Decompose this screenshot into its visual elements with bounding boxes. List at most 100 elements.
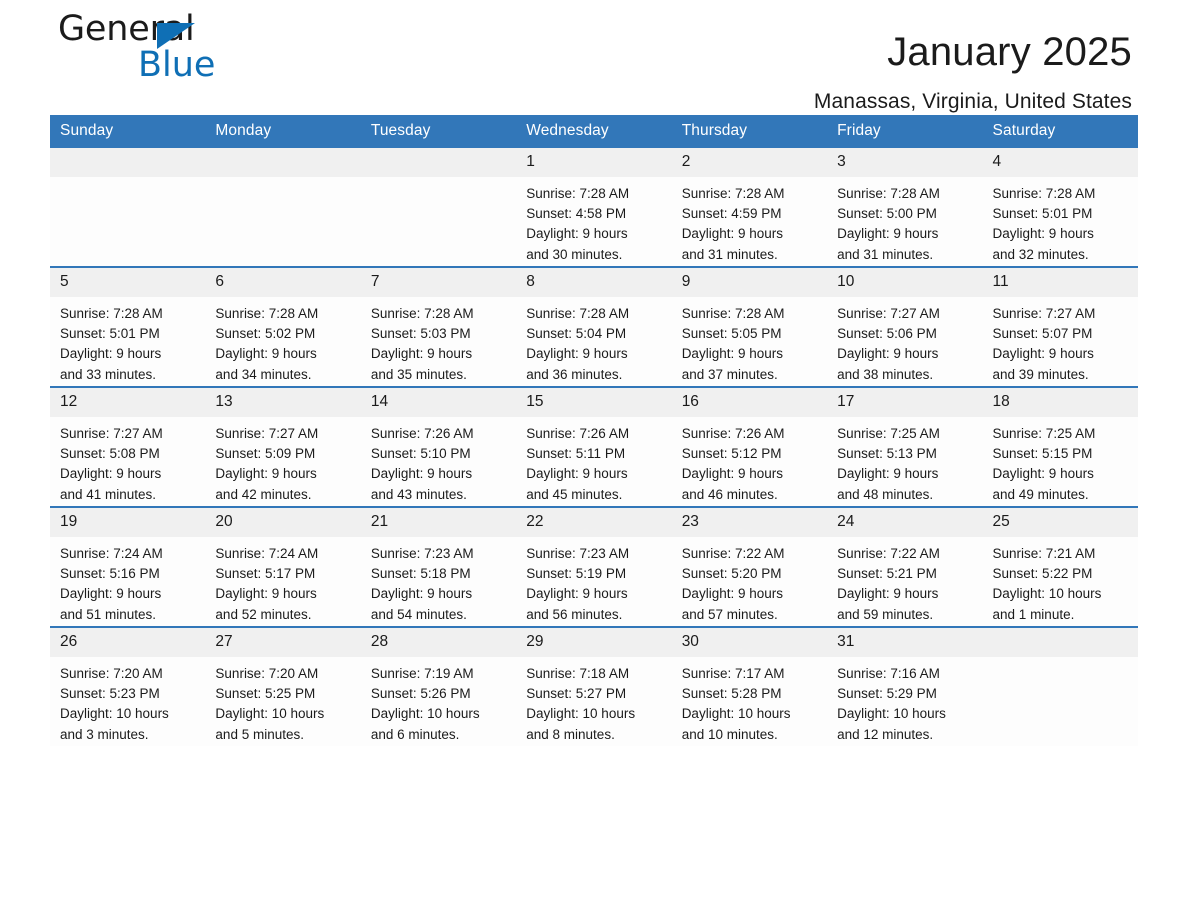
day-number <box>982 628 1138 657</box>
day-number: 8 <box>516 268 672 297</box>
daylight-text-line1: Daylight: 9 hours <box>992 346 1094 362</box>
day-cell[interactable]: 15 Sunrise: 7:26 AM Sunset: 5:11 PM Dayl… <box>516 386 672 507</box>
day-cell[interactable]: 25 Sunrise: 7:21 AM Sunset: 5:22 PM Dayl… <box>982 506 1138 627</box>
weekday-header-sunday: Sunday <box>50 115 206 148</box>
day-details: Sunrise: 7:28 AM Sunset: 5:01 PM Dayligh… <box>50 297 205 385</box>
day-cell[interactable]: 11 Sunrise: 7:27 AM Sunset: 5:07 PM Dayl… <box>982 266 1138 387</box>
weekday-header-friday: Friday <box>827 115 983 148</box>
day-cell[interactable]: 23 Sunrise: 7:22 AM Sunset: 5:20 PM Dayl… <box>671 506 828 627</box>
day-number: 15 <box>516 388 672 417</box>
day-number: 1 <box>516 148 672 177</box>
sunset-text: Sunset: 5:29 PM <box>837 686 937 702</box>
day-number: 9 <box>671 268 828 297</box>
day-number: 26 <box>50 628 206 657</box>
day-details: Sunrise: 7:21 AM Sunset: 5:22 PM Dayligh… <box>983 537 1138 625</box>
daylight-text-line1: Daylight: 9 hours <box>370 466 473 482</box>
day-cell[interactable]: 9 Sunrise: 7:28 AM Sunset: 5:05 PM Dayli… <box>671 266 828 387</box>
day-details: Sunrise: 7:22 AM Sunset: 5:21 PM Dayligh… <box>827 537 982 625</box>
day-details: Sunrise: 7:28 AM Sunset: 5:03 PM Dayligh… <box>361 297 516 385</box>
day-number: 27 <box>205 628 361 657</box>
day-cell[interactable]: 7 Sunrise: 7:28 AM Sunset: 5:03 PM Dayli… <box>360 266 517 387</box>
day-cell[interactable]: 1 Sunrise: 7:28 AM Sunset: 4:58 PM Dayli… <box>516 148 672 267</box>
day-number: 29 <box>516 628 672 657</box>
sunset-text: Sunset: 5:08 PM <box>60 446 160 462</box>
day-cell[interactable]: 10 Sunrise: 7:27 AM Sunset: 5:06 PM Dayl… <box>827 266 983 387</box>
sunset-text: Sunset: 4:58 PM <box>526 206 627 222</box>
day-cell[interactable]: 30 Sunrise: 7:17 AM Sunset: 5:28 PM Dayl… <box>671 626 828 746</box>
daylight-text-line2: and 36 minutes. <box>526 366 623 382</box>
day-cell[interactable]: 24 Sunrise: 7:22 AM Sunset: 5:21 PM Dayl… <box>827 506 983 627</box>
weekday-header-tuesday: Tuesday <box>360 115 517 148</box>
day-number <box>50 148 206 177</box>
daylight-text-line1: Daylight: 9 hours <box>370 346 473 362</box>
day-details: Sunrise: 7:27 AM Sunset: 5:07 PM Dayligh… <box>983 297 1138 385</box>
weekday-header-row: Sunday Monday Tuesday Wednesday Thursday… <box>50 115 1138 148</box>
day-cell[interactable]: 17 Sunrise: 7:25 AM Sunset: 5:13 PM Dayl… <box>827 386 983 507</box>
daylight-text-line1: Daylight: 10 hours <box>370 706 480 722</box>
day-cell[interactable]: 31 Sunrise: 7:16 AM Sunset: 5:29 PM Dayl… <box>827 626 983 746</box>
day-cell[interactable]: 22 Sunrise: 7:23 AM Sunset: 5:19 PM Dayl… <box>516 506 672 627</box>
day-cell[interactable]: 3 Sunrise: 7:28 AM Sunset: 5:00 PM Dayli… <box>827 148 983 267</box>
daylight-text-line1: Daylight: 9 hours <box>992 466 1094 482</box>
daylight-text-line1: Daylight: 9 hours <box>837 586 939 602</box>
daylight-text-line1: Daylight: 10 hours <box>681 706 791 722</box>
sunrise-text: Sunrise: 7:28 AM <box>681 306 785 321</box>
location-subtitle: Manassas, Virginia, United States <box>813 90 1132 113</box>
day-cell[interactable]: 18 Sunrise: 7:25 AM Sunset: 5:15 PM Dayl… <box>982 386 1138 507</box>
day-number: 20 <box>205 508 361 537</box>
day-details: Sunrise: 7:26 AM Sunset: 5:10 PM Dayligh… <box>361 417 516 505</box>
day-cell[interactable]: 16 Sunrise: 7:26 AM Sunset: 5:12 PM Dayl… <box>671 386 828 507</box>
daylight-text-line2: and 5 minutes. <box>215 726 304 742</box>
daylight-text-line1: Daylight: 9 hours <box>60 346 162 362</box>
daylight-text-line1: Daylight: 10 hours <box>215 706 325 722</box>
sunset-text: Sunset: 5:12 PM <box>681 446 782 462</box>
day-details: Sunrise: 7:28 AM Sunset: 5:00 PM Dayligh… <box>827 177 982 265</box>
daylight-text-line1: Daylight: 9 hours <box>370 586 473 602</box>
sunrise-text: Sunrise: 7:28 AM <box>215 306 319 321</box>
day-cell[interactable]: 14 Sunrise: 7:26 AM Sunset: 5:10 PM Dayl… <box>360 386 517 507</box>
daylight-text-line1: Daylight: 9 hours <box>215 466 317 482</box>
day-cell[interactable]: 21 Sunrise: 7:23 AM Sunset: 5:18 PM Dayl… <box>360 506 517 627</box>
day-cell[interactable]: 5 Sunrise: 7:28 AM Sunset: 5:01 PM Dayli… <box>50 266 206 387</box>
sunset-text: Sunset: 5:22 PM <box>992 566 1093 582</box>
day-cell[interactable]: 2 Sunrise: 7:28 AM Sunset: 4:59 PM Dayli… <box>671 148 828 267</box>
daylight-text-line1: Daylight: 9 hours <box>215 586 317 602</box>
sunset-text: Sunset: 5:23 PM <box>60 686 160 702</box>
sunrise-text: Sunrise: 7:28 AM <box>526 186 630 201</box>
daylight-text-line1: Daylight: 10 hours <box>60 706 169 722</box>
day-cell[interactable]: 27 Sunrise: 7:20 AM Sunset: 5:25 PM Dayl… <box>205 626 361 746</box>
sunrise-text: Sunrise: 7:23 AM <box>370 546 474 561</box>
day-cell[interactable]: 13 Sunrise: 7:27 AM Sunset: 5:09 PM Dayl… <box>205 386 361 507</box>
daylight-text-line2: and 1 minute. <box>992 606 1075 622</box>
calendar-table: Sunday Monday Tuesday Wednesday Thursday… <box>50 115 1138 746</box>
sunrise-text: Sunrise: 7:23 AM <box>526 546 630 561</box>
day-cell[interactable]: 12 Sunrise: 7:27 AM Sunset: 5:08 PM Dayl… <box>50 386 206 507</box>
day-details: Sunrise: 7:28 AM Sunset: 5:02 PM Dayligh… <box>205 297 360 385</box>
day-cell[interactable]: 8 Sunrise: 7:28 AM Sunset: 5:04 PM Dayli… <box>516 266 672 387</box>
title-block: January 2025 Manassas, Virginia, United … <box>814 0 1132 114</box>
day-details: Sunrise: 7:16 AM Sunset: 5:29 PM Dayligh… <box>827 657 982 745</box>
sunset-text: Sunset: 5:15 PM <box>992 446 1093 462</box>
day-cell[interactable]: 19 Sunrise: 7:24 AM Sunset: 5:16 PM Dayl… <box>50 506 206 627</box>
day-number: 13 <box>205 388 361 417</box>
daylight-text-line2: and 31 minutes. <box>681 246 778 262</box>
day-cell[interactable]: 6 Sunrise: 7:28 AM Sunset: 5:02 PM Dayli… <box>205 266 361 387</box>
day-number: 4 <box>982 148 1138 177</box>
day-cell[interactable]: 28 Sunrise: 7:19 AM Sunset: 5:26 PM Dayl… <box>360 626 517 746</box>
sunset-text: Sunset: 5:07 PM <box>992 326 1093 342</box>
general-blue-logo[interactable]: General Blue <box>58 12 318 96</box>
day-number: 2 <box>671 148 828 177</box>
daylight-text-line2: and 3 minutes. <box>60 726 149 742</box>
sunrise-text: Sunrise: 7:28 AM <box>837 186 940 201</box>
daylight-text-line1: Daylight: 9 hours <box>60 586 162 602</box>
sunset-text: Sunset: 5:16 PM <box>60 566 160 582</box>
calendar-week-row: 1 Sunrise: 7:28 AM Sunset: 4:58 PM Dayli… <box>50 148 1138 267</box>
sunrise-text: Sunrise: 7:28 AM <box>60 306 163 321</box>
day-cell[interactable]: 29 Sunrise: 7:18 AM Sunset: 5:27 PM Dayl… <box>516 626 672 746</box>
calendar-week-row: 26 Sunrise: 7:20 AM Sunset: 5:23 PM Dayl… <box>50 626 1138 746</box>
weekday-header-wednesday: Wednesday <box>516 115 672 148</box>
daylight-text-line2: and 30 minutes. <box>526 246 623 262</box>
day-cell[interactable]: 26 Sunrise: 7:20 AM Sunset: 5:23 PM Dayl… <box>50 626 206 746</box>
day-cell[interactable]: 4 Sunrise: 7:28 AM Sunset: 5:01 PM Dayli… <box>982 148 1138 267</box>
day-cell[interactable]: 20 Sunrise: 7:24 AM Sunset: 5:17 PM Dayl… <box>205 506 361 627</box>
